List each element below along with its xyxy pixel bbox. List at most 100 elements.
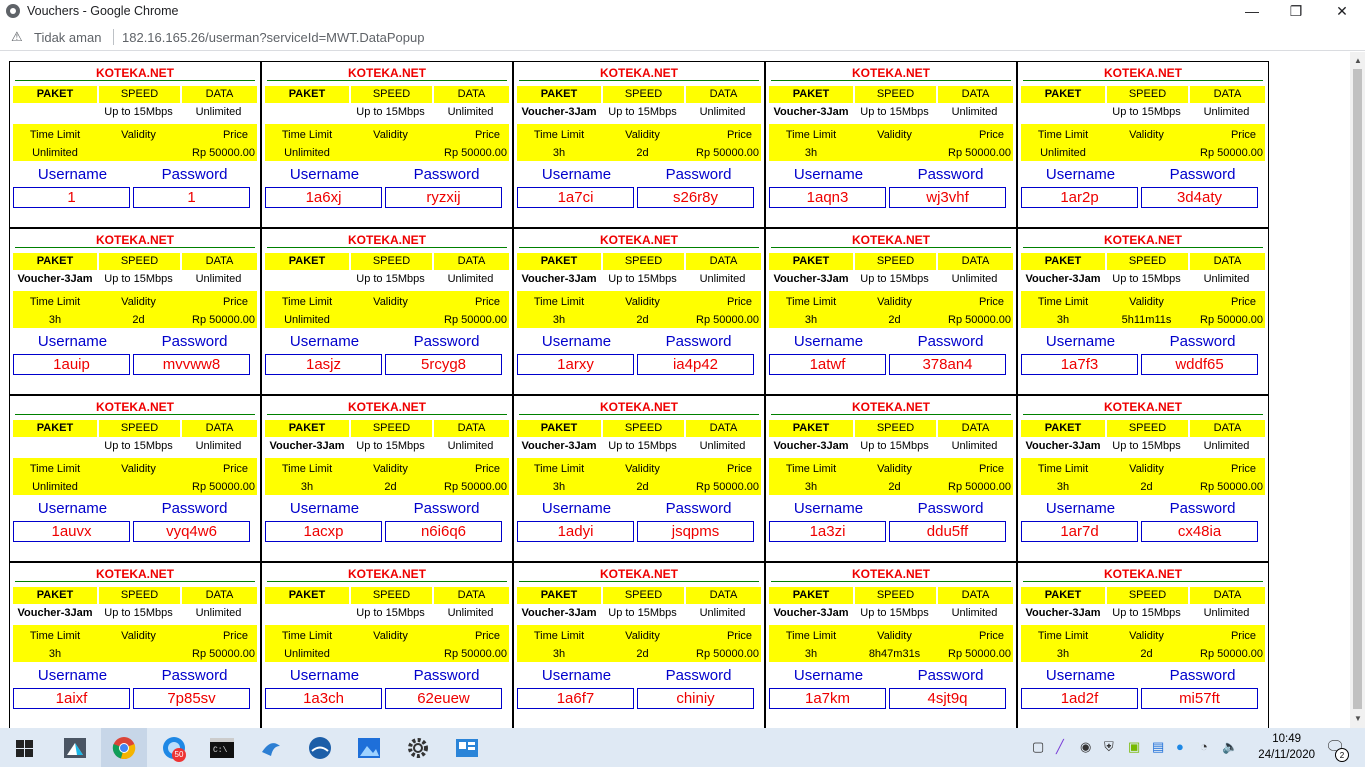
network-icon[interactable]: ▤ — [1152, 739, 1164, 755]
pen-icon[interactable]: ╱ — [1056, 739, 1064, 755]
voucher-header-row: PAKET SPEED DATA — [13, 86, 257, 103]
taskbar-clock[interactable]: 10:49 24/11/2020 — [1258, 731, 1315, 763]
data-value: Unlimited — [951, 440, 998, 452]
data-label: DATA — [1190, 253, 1265, 270]
validity-label: Validity — [373, 296, 408, 308]
voucher-brand: KOTEKA.NET — [15, 566, 255, 582]
tray-window-icon[interactable]: ▢ — [1032, 739, 1044, 755]
close-button[interactable]: ✕ — [1319, 0, 1365, 23]
username-value: 1ar2p — [1021, 187, 1138, 208]
speed-label: SPEED — [99, 86, 180, 103]
voucher-header-row: PAKET SPEED DATA — [517, 420, 761, 437]
address-bar[interactable]: ⚠ Tidak aman 182.16.165.26/userman?servi… — [0, 23, 1365, 51]
eye-icon[interactable]: ◉ — [1080, 739, 1091, 755]
speed-value: Up to 15Mbps — [104, 273, 173, 285]
password-label: Password — [1169, 333, 1236, 350]
voucher-card: KOTEKA.NET PAKET SPEED DATA Voucher-3Jam Up t… — [513, 61, 765, 228]
wifi-icon[interactable]: ◔ — [1200, 739, 1208, 754]
data-value: Unlimited — [1203, 607, 1250, 619]
password-value: cx48ia — [1141, 521, 1258, 542]
minimize-button[interactable]: — — [1229, 0, 1275, 23]
username-label: Username — [37, 166, 108, 183]
limits-box: Time Limit Validity Price 3h 2d Rp 50000.00 — [1021, 458, 1265, 495]
paket-value: Voucher-3Jam — [1025, 607, 1101, 619]
username-label: Username — [541, 333, 612, 350]
scroll-up-icon[interactable]: ▲ — [1354, 56, 1362, 65]
browser-taskbar-icon[interactable]: 50 — [160, 734, 188, 762]
speed-value: Up to 15Mbps — [356, 106, 425, 118]
scrollbar-thumb[interactable] — [1353, 69, 1362, 709]
browser-icon[interactable] — [306, 734, 334, 762]
maximize-button[interactable]: ❐ — [1273, 0, 1319, 23]
password-value: 4sjt9q — [889, 688, 1006, 709]
username-value: 1ad2f — [1021, 688, 1138, 709]
warning-icon[interactable]: ⚠ — [11, 29, 23, 45]
validity-label: Validity — [373, 463, 408, 475]
username-value: 1a6xj — [265, 187, 382, 208]
username-value: 1ar7d — [1021, 521, 1138, 542]
username-value: 1auip — [13, 354, 130, 375]
validity-value — [97, 645, 180, 663]
username-label: Username — [289, 166, 360, 183]
limits-box: Time Limit Validity Price Unlimited Rp 50000… — [265, 124, 509, 161]
credentials-values: 1ar7d cx48ia — [1021, 521, 1265, 542]
photos-icon[interactable] — [355, 734, 383, 762]
price-value: Rp 50000.00 — [948, 314, 1011, 326]
control-panel-icon[interactable] — [453, 734, 481, 762]
voucher-header-row: PAKET SPEED DATA — [13, 420, 257, 437]
validity-value: 2d — [636, 314, 649, 326]
password-label: Password — [665, 333, 732, 350]
limits-box: Time Limit Validity Price 3h 2d Rp 50000.00 — [265, 458, 509, 495]
data-label: DATA — [434, 86, 509, 103]
credentials-values: 1a7km 4sjt9q — [769, 688, 1013, 709]
chrome-taskbar-icon[interactable] — [101, 728, 147, 767]
price-value: Rp 50000.00 — [192, 481, 255, 493]
username-label: Username — [541, 667, 612, 684]
nvidia-icon[interactable]: ▣ — [1128, 739, 1140, 755]
vertical-scrollbar[interactable]: ▲ ▼ — [1350, 52, 1365, 728]
time-limit-label: Time Limit — [281, 463, 333, 475]
price-value: Rp 50000.00 — [948, 147, 1011, 159]
app-tray-icon[interactable]: ● — [1176, 739, 1184, 754]
time-limit-label: Time Limit — [1037, 129, 1089, 141]
paket-label: PAKET — [769, 587, 853, 604]
time-limit-label: Time Limit — [1037, 463, 1089, 475]
password-label: Password — [1169, 667, 1236, 684]
app-icon[interactable] — [61, 734, 89, 762]
shield-icon[interactable]: ⛨ — [1104, 739, 1114, 755]
voucher-header-row: PAKET SPEED DATA — [1021, 587, 1265, 604]
terminal-icon[interactable]: C:\ — [208, 734, 236, 762]
security-label[interactable]: Tidak aman — [34, 30, 101, 45]
data-value: Unlimited — [195, 106, 242, 118]
credentials-header: Username Password — [265, 166, 509, 184]
shark-icon[interactable] — [257, 734, 285, 762]
credentials-header: Username Password — [265, 333, 509, 351]
limits-box: Time Limit Validity Price 3h 8h47m31s Rp 5000… — [769, 625, 1013, 662]
windows-start-icon[interactable] — [10, 734, 38, 762]
validity-value: 2d — [1140, 481, 1153, 493]
validity-value: 2d — [636, 648, 649, 660]
voucher-header-row: PAKET SPEED DATA — [13, 253, 257, 270]
settings-icon[interactable] — [404, 734, 432, 762]
voucher-brand: KOTEKA.NET — [15, 399, 255, 415]
voucher-brand: KOTEKA.NET — [15, 232, 255, 248]
paket-value: Voucher-3Jam — [17, 273, 93, 285]
url-text[interactable]: 182.16.165.26/userman?serviceId=MWT.Data… — [122, 30, 424, 45]
voucher-card: KOTEKA.NET PAKET SPEED DATA Voucher-3Jam Up t… — [1017, 395, 1269, 562]
data-label: DATA — [686, 420, 761, 437]
voucher-values-row: Up to 15Mbps Unlimited — [13, 437, 257, 455]
volume-icon[interactable]: 🔈 — [1222, 739, 1238, 755]
data-label: DATA — [434, 587, 509, 604]
scroll-down-icon[interactable]: ▼ — [1354, 714, 1362, 723]
data-label: DATA — [1190, 587, 1265, 604]
paket-label: PAKET — [265, 587, 349, 604]
password-label: Password — [161, 500, 228, 517]
speed-value: Up to 15Mbps — [608, 440, 677, 452]
speed-value: Up to 15Mbps — [608, 106, 677, 118]
voucher-card: KOTEKA.NET PAKET SPEED DATA Voucher-3Jam Up t… — [765, 395, 1017, 562]
username-value: 1atwf — [769, 354, 886, 375]
limits-box: Time Limit Validity Price 3h 2d Rp 50000.00 — [13, 291, 257, 328]
credentials-header: Username Password — [1021, 667, 1265, 685]
paket-value: Voucher-3Jam — [773, 106, 849, 118]
paket-label: PAKET — [517, 253, 601, 270]
